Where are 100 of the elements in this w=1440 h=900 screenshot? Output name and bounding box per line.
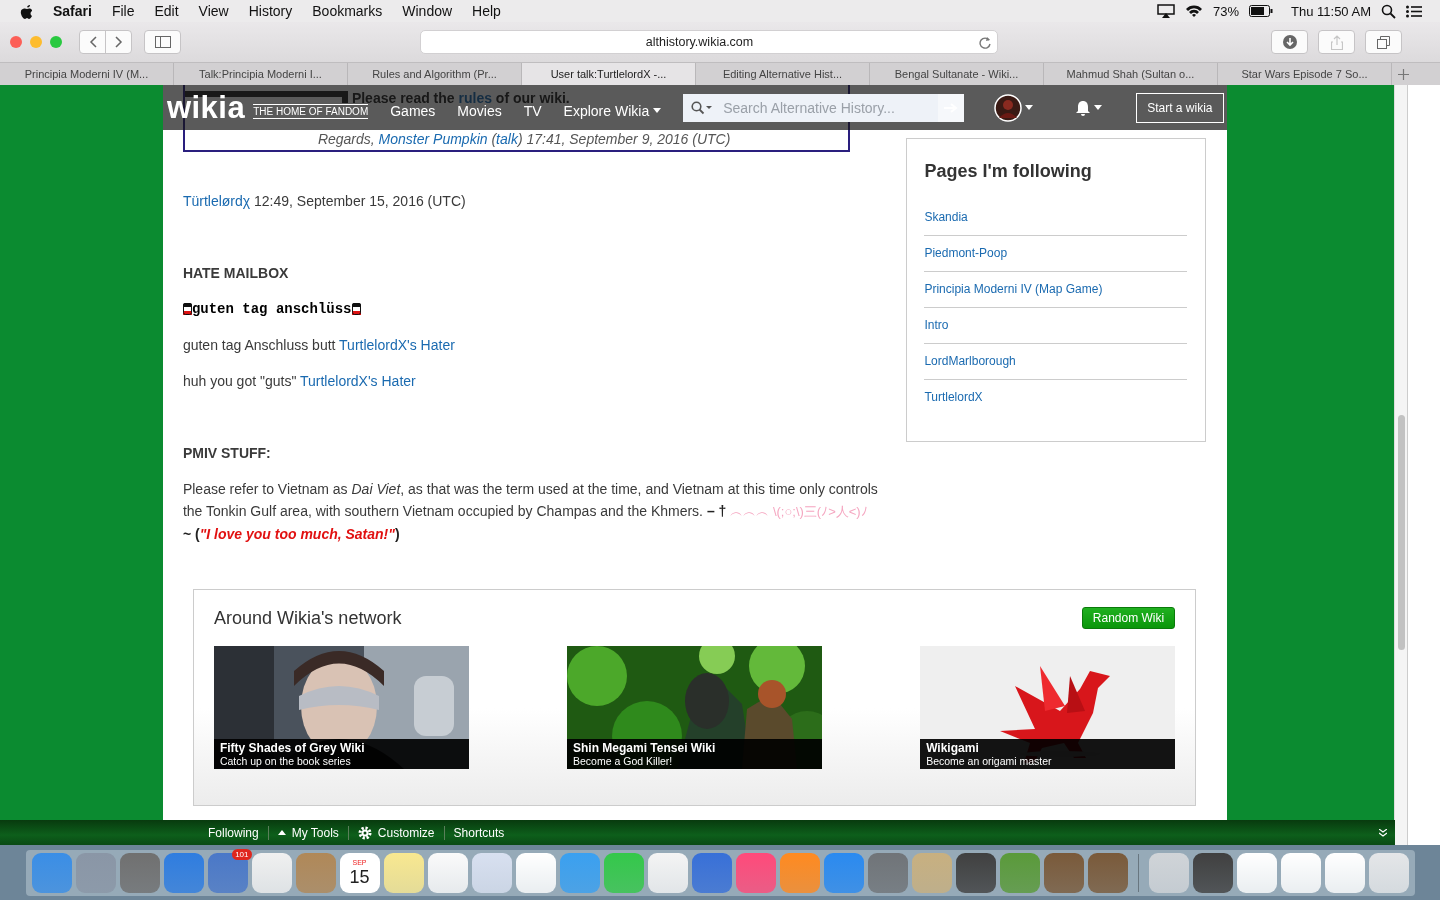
link[interactable]: Monster Pumpkin [378, 131, 488, 147]
menu-item[interactable]: Window [402, 3, 453, 19]
clock[interactable]: Thu 11:50 AM [1291, 3, 1371, 19]
reload-icon[interactable] [978, 35, 992, 49]
app-icon[interactable] [867, 852, 908, 893]
airplay-icon[interactable] [1157, 4, 1175, 18]
wifi-icon[interactable] [1185, 4, 1203, 18]
chevron-right-icon [114, 36, 123, 48]
followed-page-link[interactable]: Piedmont-Poop [924, 236, 1188, 272]
followed-page-link[interactable]: LordMarlborough [924, 344, 1188, 380]
bell-icon[interactable] [1075, 99, 1092, 116]
followed-page-link[interactable]: TurtlelordX [924, 380, 1188, 415]
app-icon[interactable] [119, 852, 160, 893]
card-title: Shin Megami Tensei Wiki [573, 741, 717, 755]
plus-icon [1397, 68, 1409, 80]
card-subtitle: Catch up on the book series [219, 755, 352, 767]
search-input[interactable]: Search Alternative History... [721, 98, 939, 117]
zoom-button[interactable] [50, 36, 62, 48]
close-button[interactable] [10, 36, 22, 48]
followed-page-link[interactable]: Principia Moderni IV (Map Game) [924, 272, 1188, 308]
avatar[interactable] [994, 93, 1023, 122]
caret-icon[interactable] [1025, 105, 1034, 110]
link[interactable]: TurtlelordX's Hater [339, 337, 455, 353]
flag-icon [182, 303, 192, 315]
menu-item[interactable]: File [111, 3, 135, 19]
paragraph: Please refer to Vietnam as Dai Viet, as that was the term used at the time, and Vietnam at this time only controls the Tonkin Gulf area, with southern Vietnam occupied by Champas and the Khmers. – † ︵︵︵ \(;○;\)三(ﾉ>人<)ﾉ ~ ("I love you too much, Satan!") [182, 480, 879, 544]
flag-icon [351, 303, 361, 315]
scrollbar[interactable] [1394, 85, 1408, 845]
share-button[interactable] [1318, 30, 1355, 54]
logo-icon[interactable] [20, 3, 34, 19]
followed-page-link[interactable]: Skandia [924, 200, 1188, 236]
toolbar-button[interactable]: My Tools [267, 825, 348, 840]
followed-page-link[interactable]: Intro [924, 308, 1188, 344]
app-icon[interactable] [647, 852, 688, 893]
caret-icon[interactable] [1094, 105, 1103, 110]
nav-link[interactable]: Games [390, 103, 436, 118]
menu-item[interactable]: Help [472, 3, 501, 19]
site-tagline[interactable]: THE HOME OF FANDOM [253, 104, 369, 119]
signature-text: Türtlelørdχ 12:49, September 15, 2016 (UTC) [182, 192, 467, 211]
toolbar-button[interactable]: Following [199, 825, 268, 840]
paragraph: guten tag Anschluss butt TurtlelordX's Hater [182, 336, 456, 355]
menu-item[interactable]: History [248, 3, 293, 19]
downloads-button[interactable] [1271, 30, 1308, 54]
app-icon[interactable] [383, 852, 424, 893]
section-heading: PMIV STUFF: [182, 444, 272, 463]
site-logo[interactable]: wikia [166, 92, 246, 123]
app-icon[interactable] [1043, 852, 1084, 893]
toolbar-button[interactable]: Shortcuts [443, 825, 514, 840]
app-icon[interactable] [1087, 852, 1128, 893]
menu-item[interactable]: View [198, 3, 229, 19]
app-icon[interactable] [251, 852, 292, 893]
caret-icon [653, 108, 662, 113]
address-field[interactable]: althistory.wikia.com [420, 30, 998, 54]
caret-icon [277, 830, 286, 835]
card-subtitle: Become an origami master [926, 755, 1053, 767]
paragraph: huh you got "guts" TurtlelordX's Hater [182, 372, 417, 391]
chevron-icon[interactable] [1379, 828, 1387, 837]
app-icon[interactable] [1236, 852, 1277, 893]
app-icon[interactable] [1192, 852, 1233, 893]
search-icon[interactable] [1381, 3, 1396, 19]
link[interactable]: TurtlelordX's Hater [300, 373, 416, 389]
toolbar-button[interactable]: Customize [347, 825, 444, 840]
app-icon[interactable] [1280, 852, 1321, 893]
sidebar-button[interactable] [144, 30, 181, 54]
minimize-button[interactable] [30, 36, 42, 48]
banner-text: guten tag anschlüss [191, 300, 352, 319]
tabs-button[interactable] [1365, 30, 1402, 54]
nav-link[interactable]: TV [523, 103, 542, 118]
menu-item[interactable]: Bookmarks [312, 3, 383, 19]
panel-title: Pages I'm following [924, 160, 1093, 183]
battery-icon[interactable] [1249, 5, 1273, 17]
menu-icon[interactable] [1406, 4, 1422, 18]
menu-item[interactable]: Safari [53, 3, 92, 19]
app-icon[interactable] [1324, 852, 1365, 893]
start-wikia-button[interactable]: Start a wikia [1136, 92, 1224, 123]
battery-percentage: 73% [1213, 3, 1239, 19]
tabs-icon [1376, 35, 1391, 49]
app-icon[interactable] [471, 852, 512, 893]
app-icon[interactable] [691, 852, 732, 893]
download-icon [1282, 35, 1297, 49]
nav-link[interactable]: Movies [457, 103, 502, 118]
card-title: Fifty Shades of Grey Wiki [219, 741, 366, 755]
link[interactable]: Türtlelørdχ [182, 193, 251, 209]
card-subtitle: Become a God Killer! [573, 755, 674, 767]
app-icon[interactable] [955, 852, 996, 893]
search-button[interactable] [938, 93, 965, 122]
search-field[interactable]: Search Alternative History... [683, 93, 965, 122]
link[interactable]: talk [496, 131, 518, 147]
app-icon[interactable] [515, 852, 556, 893]
browser-tab[interactable]: User talk:TurtlelordX -... [522, 63, 696, 85]
menu-item[interactable]: Edit [154, 3, 179, 19]
card-title: Wikigami [926, 741, 980, 755]
panel-title: Around Wikia's network [213, 607, 402, 630]
app-icon[interactable] [427, 852, 468, 893]
section-heading: HATE MAILBOX [182, 264, 290, 283]
chevron-left-icon [88, 36, 97, 48]
share-icon [1330, 34, 1343, 50]
nav-link[interactable]: Explore Wikia [563, 103, 662, 118]
app-icon[interactable] [1368, 852, 1409, 893]
notice-text: Regards, Monster Pumpkin (talk) 17:41, September 9, 2016 (UTC) [317, 131, 731, 147]
